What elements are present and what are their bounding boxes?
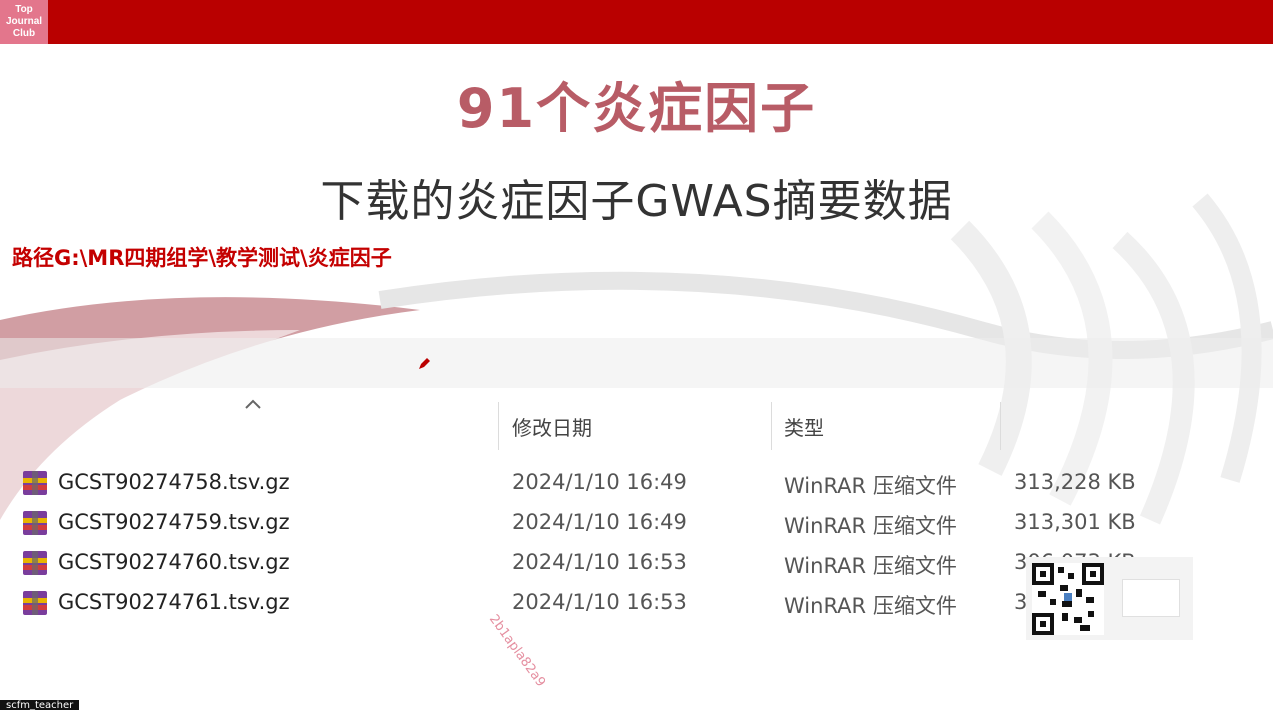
qr-code-icon (1032, 563, 1104, 635)
column-separator[interactable] (1000, 402, 1001, 450)
file-date: 2024/1/10 16:49 (512, 470, 687, 494)
winrar-archive-icon (23, 471, 47, 495)
file-row[interactable]: GCST90274759.tsv.gz 2024/1/10 16:49 WinR… (0, 502, 1273, 542)
file-name: GCST90274759.tsv.gz (58, 510, 290, 534)
winrar-archive-icon (23, 551, 47, 575)
file-name: GCST90274758.tsv.gz (58, 470, 290, 494)
slide-title: 91个炎症因子 (456, 77, 817, 140)
file-date: 2024/1/10 16:53 (512, 590, 687, 614)
column-header-date[interactable]: 修改日期 (512, 412, 592, 441)
file-name: GCST90274761.tsv.gz (58, 590, 290, 614)
file-type: WinRAR 压缩文件 (784, 554, 957, 578)
file-date: 2024/1/10 16:49 (512, 510, 687, 534)
file-type: WinRAR 压缩文件 (784, 474, 957, 498)
winrar-archive-icon (23, 591, 47, 615)
file-date: 2024/1/10 16:53 (512, 550, 687, 574)
journal-club-logo: Top Journal Club (0, 0, 48, 44)
file-size: 313,228 KB (1014, 470, 1136, 494)
folder-path: 路径G:\MR四期组学\教学测试\炎症因子 (12, 246, 392, 270)
pen-cursor-icon (419, 358, 430, 369)
slide-subtitle: 下载的炎症因子GWAS摘要数据 (320, 176, 953, 227)
contact-card-thumbnail (1122, 579, 1180, 617)
streamer-tag: scfm_teacher (0, 700, 80, 711)
logo-line-3: Club (12, 28, 36, 39)
top-banner (0, 0, 1273, 44)
explorer-address-bar (0, 338, 1273, 388)
column-separator[interactable] (498, 402, 499, 450)
file-type: WinRAR 压缩文件 (784, 594, 957, 618)
winrar-archive-icon (23, 511, 47, 535)
file-name: GCST90274760.tsv.gz (58, 550, 290, 574)
qr-code-overlay (1026, 557, 1193, 640)
column-header-type[interactable]: 类型 (784, 412, 824, 441)
logo-line-1: Top (15, 4, 33, 15)
logo-line-2: Journal (5, 16, 43, 27)
file-size: 313,301 KB (1014, 510, 1136, 534)
file-type: WinRAR 压缩文件 (784, 514, 957, 538)
column-separator[interactable] (771, 402, 772, 450)
sort-ascending-icon[interactable] (244, 398, 262, 410)
file-row[interactable]: GCST90274758.tsv.gz 2024/1/10 16:49 WinR… (0, 462, 1273, 502)
